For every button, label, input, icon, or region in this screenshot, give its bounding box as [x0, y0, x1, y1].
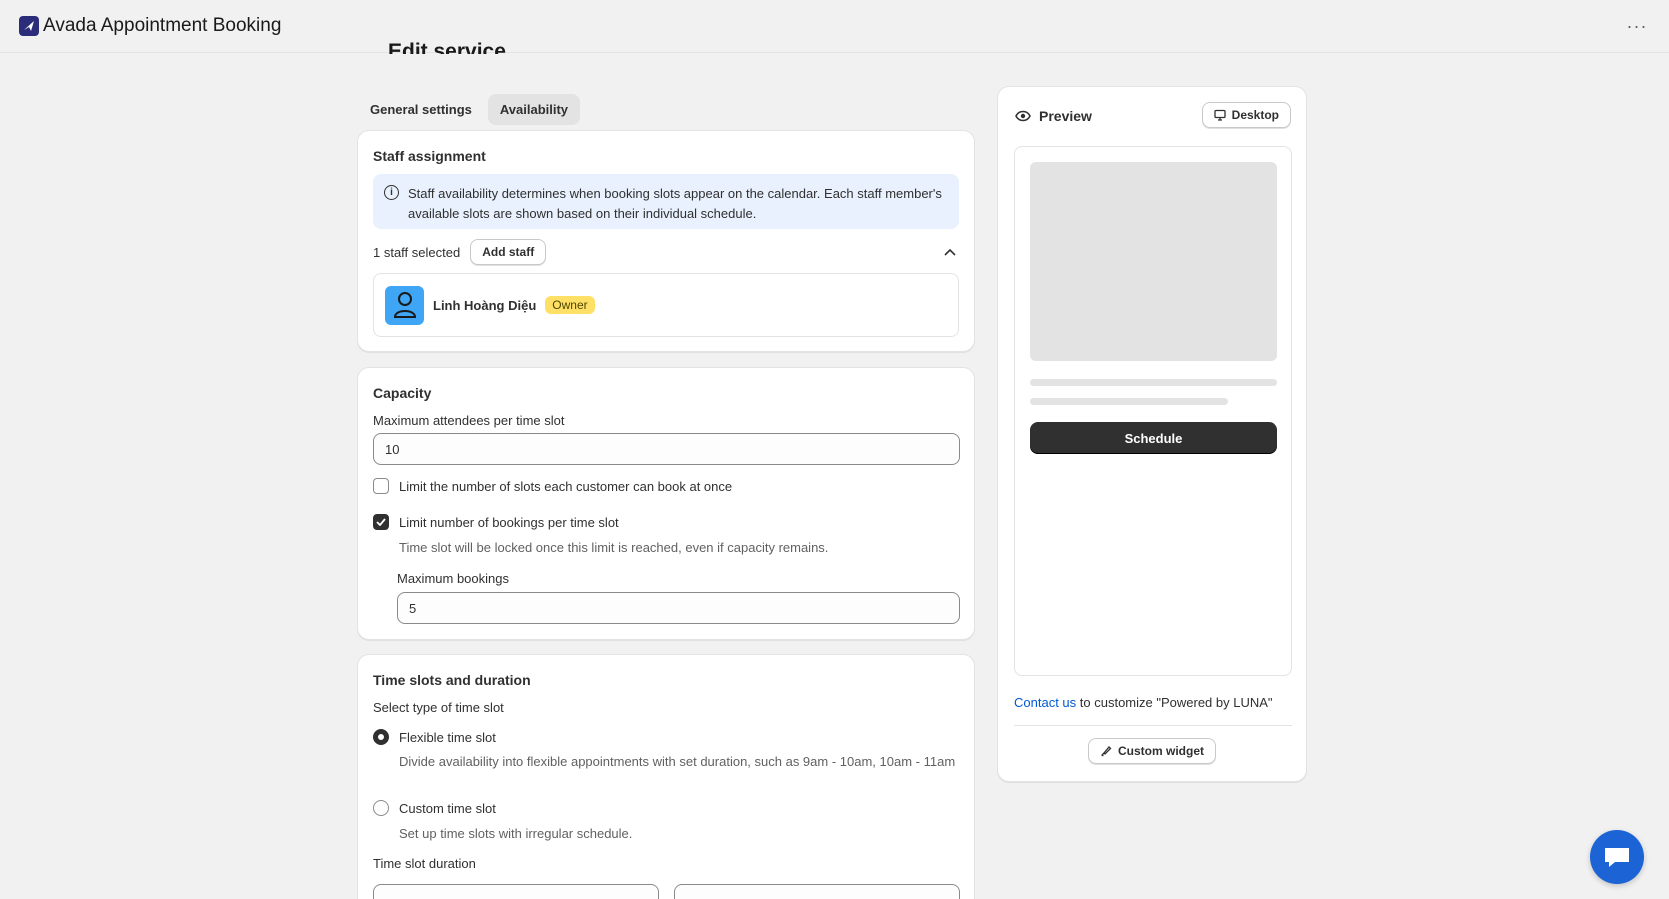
contact-us-link[interactable]: Contact us: [1014, 695, 1076, 710]
staff-selected-count: 1 staff selected: [373, 244, 461, 260]
brush-icon: [1101, 746, 1112, 757]
collapse-staff-chevron-icon[interactable]: [941, 243, 959, 261]
preview-title: Preview: [1039, 108, 1092, 124]
duration-value-select[interactable]: [373, 884, 659, 899]
limit-bookings-label: Limit number of bookings per time slot: [399, 514, 619, 530]
tab-bar: General settings Availability: [358, 94, 581, 125]
checkmark-icon: [376, 518, 386, 526]
staff-avatar-icon: [385, 285, 424, 325]
app-title: Avada Appointment Booking: [43, 15, 282, 36]
info-icon: i: [384, 185, 399, 200]
tab-availability[interactable]: Availability: [487, 94, 581, 125]
preview-header: Preview: [1015, 108, 1092, 124]
custom-widget-button[interactable]: Custom widget: [1088, 738, 1216, 764]
time-slots-card-title: Time slots and duration: [373, 672, 531, 688]
max-bookings-label: Maximum bookings: [397, 571, 509, 586]
chat-icon: [1605, 848, 1629, 867]
schedule-button[interactable]: Schedule: [1030, 422, 1277, 454]
staff-selected-row: 1 staff selected Add staff: [373, 239, 547, 265]
staff-assignment-card: Staff assignment i Staff availability de…: [357, 130, 975, 352]
custom-time-slot-label: Custom time slot: [399, 800, 496, 816]
preview-text-skeleton-short: [1030, 398, 1228, 405]
limit-bookings-help: Time slot will be locked once this limit…: [399, 540, 829, 555]
preview-text-skeleton: [1030, 379, 1277, 386]
app-topbar: Avada Appointment Booking ···: [0, 0, 1669, 53]
owner-badge: Owner: [545, 296, 595, 314]
contact-line: Contact us to customize "Powered by LUNA…: [1014, 695, 1273, 710]
app-logo-icon: [19, 16, 39, 36]
monitor-icon: [1214, 109, 1226, 121]
tab-general-settings[interactable]: General settings: [358, 94, 484, 125]
time-slot-duration-label: Time slot duration: [373, 856, 476, 871]
capacity-card-title: Capacity: [373, 385, 432, 401]
staff-member-item[interactable]: Linh Hoàng Diệu Owner: [373, 273, 959, 337]
flexible-time-slot-help: Divide availability into flexible appoin…: [399, 754, 956, 769]
preview-divider: [1014, 725, 1292, 726]
chat-support-button[interactable]: [1590, 830, 1644, 884]
desktop-view-button[interactable]: Desktop: [1201, 102, 1291, 128]
custom-time-slot-radio[interactable]: [373, 800, 389, 816]
custom-time-slot-row: Custom time slot: [373, 800, 496, 816]
time-slots-card: Time slots and duration Select type of t…: [357, 654, 975, 899]
preview-card: Preview Desktop Schedule Contact us to c…: [997, 86, 1307, 782]
time-slot-type-label: Select type of time slot: [373, 700, 504, 715]
staff-card-title: Staff assignment: [373, 148, 486, 164]
flexible-time-slot-radio[interactable]: [373, 729, 389, 745]
limit-bookings-checkbox[interactable]: [373, 514, 389, 530]
desktop-view-label: Desktop: [1231, 108, 1279, 122]
limit-slots-checkbox[interactable]: [373, 478, 389, 494]
limit-slots-row: Limit the number of slots each customer …: [373, 478, 732, 494]
max-attendees-label: Maximum attendees per time slot: [373, 413, 565, 428]
custom-widget-label: Custom widget: [1118, 744, 1204, 758]
contact-text: to customize "Powered by LUNA": [1076, 695, 1273, 710]
limit-slots-label: Limit the number of slots each customer …: [399, 478, 733, 494]
staff-member-name: Linh Hoàng Diệu: [433, 297, 537, 313]
staff-info-banner: i Staff availability determines when boo…: [373, 174, 959, 229]
preview-frame: Schedule: [1014, 146, 1292, 676]
more-actions-button[interactable]: ···: [1623, 14, 1651, 38]
preview-image-skeleton: [1030, 162, 1277, 361]
flexible-time-slot-row: Flexible time slot: [373, 729, 496, 745]
duration-unit-select[interactable]: [674, 884, 960, 899]
add-staff-button[interactable]: Add staff: [470, 239, 547, 265]
custom-time-slot-help: Set up time slots with irregular schedul…: [399, 826, 633, 841]
max-attendees-input[interactable]: 10: [373, 433, 960, 465]
staff-banner-text: Staff availability determines when booki…: [408, 186, 942, 221]
max-bookings-input[interactable]: 5: [397, 592, 960, 624]
limit-bookings-row: Limit number of bookings per time slot: [373, 514, 619, 530]
capacity-card: Capacity Maximum attendees per time slot…: [357, 367, 975, 640]
page-title: Edit service: [388, 40, 506, 54]
eye-icon: [1015, 110, 1031, 122]
flexible-time-slot-label: Flexible time slot: [399, 729, 496, 745]
